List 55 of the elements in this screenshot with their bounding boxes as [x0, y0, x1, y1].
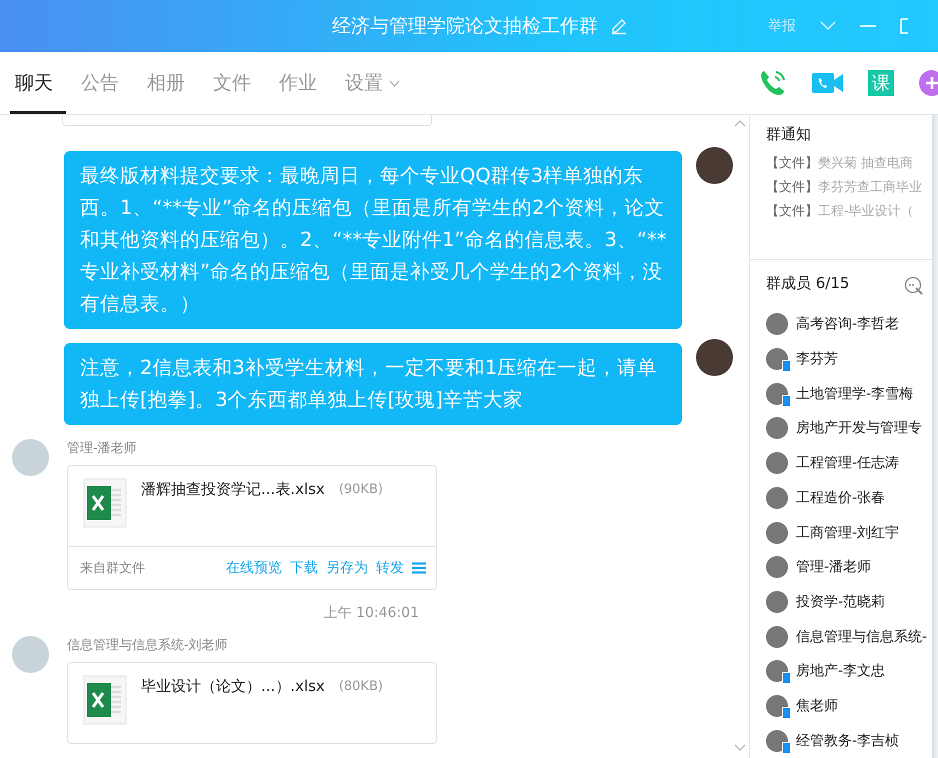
avatar	[12, 439, 49, 476]
file-size: (90KB)	[338, 482, 383, 497]
member-avatar	[766, 556, 788, 578]
member-avatar	[766, 417, 788, 440]
member-avatar	[766, 313, 788, 336]
maximize-icon[interactable]	[900, 18, 908, 34]
edit-icon[interactable]	[610, 17, 628, 35]
sender-name: 信息管理与信息系统-刘老师	[67, 637, 228, 654]
minimize-icon[interactable]	[860, 24, 876, 28]
notice-item[interactable]: 【文件】樊兴菊 抽查电商	[766, 154, 932, 172]
phone-call-icon[interactable]	[758, 68, 788, 98]
member-avatar	[766, 522, 788, 544]
excel-file-icon	[83, 478, 127, 528]
member-avatar	[766, 590, 788, 613]
member-avatar	[766, 486, 788, 509]
member-item[interactable]: 投资学-范晓莉	[766, 584, 932, 620]
member-item[interactable]: 工程管理-任志涛	[766, 446, 932, 480]
file-source: 来自群文件	[80, 560, 145, 577]
member-item[interactable]: 信息管理与信息系统-	[766, 619, 932, 654]
chevron-down-icon[interactable]	[820, 21, 836, 31]
video-call-icon[interactable]	[812, 72, 844, 94]
member-item[interactable]: 工程造价-张春	[766, 480, 932, 516]
message-bubble: 注意，2信息表和3补受学生材料，一定不要和1压缩在一起，请单独上传[抱拳]。3个东西都单独上传[玫瑰]辛苦大家	[64, 343, 682, 425]
file-name[interactable]: 毕业设计（论文）...）.xlsx	[141, 677, 325, 696]
notice-item[interactable]: 【文件】工程-毕业设计（	[766, 202, 932, 220]
file-size: (80KB)	[338, 679, 383, 694]
avatar	[12, 636, 49, 673]
tab[interactable]: 聊天	[10, 52, 66, 114]
timestamp: 上午 10:46:01	[324, 604, 419, 622]
sender-name: 管理-潘老师	[67, 440, 137, 457]
search-icon[interactable]	[904, 276, 924, 296]
notice-item[interactable]: 【文件】李芬芳查工商毕业	[766, 178, 932, 196]
excel-file-icon	[83, 675, 127, 725]
message-bubble: 最终版材料提交要求：最晚周日，每个专业QQ群传3样单独的东西。1、“**专业”命名的压缩包（里面是所有学生的2个资料，论文和其他资料的压缩包）。2、“**专业附件1”命名的信息表。3、“**专业补受材料”命名的压缩包（里面是补受几个学生的2个资料，没有信息表。）	[64, 151, 682, 329]
member-item[interactable]: 经管教务-李吉桢	[766, 723, 932, 758]
scroll-up-icon[interactable]	[734, 119, 746, 127]
section-title: 群通知	[766, 125, 812, 144]
avatar	[696, 339, 733, 376]
menu-icon[interactable]	[412, 562, 426, 574]
file-name[interactable]: 潘辉抽查投资学记...表.xlsx	[141, 480, 325, 499]
member-item[interactable]: 高考咨询-李哲老	[766, 307, 932, 342]
add-icon[interactable]	[918, 69, 938, 97]
member-item[interactable]: 工商管理-刘红宇	[766, 515, 932, 550]
member-avatar	[766, 626, 788, 648]
avatar	[696, 147, 733, 184]
member-item[interactable]: 房地产-李文忠	[766, 654, 932, 689]
member-item[interactable]: 土地管理学-李雪梅	[766, 376, 932, 412]
member-avatar	[766, 452, 788, 474]
section-title: 群成员 6/15	[766, 274, 850, 294]
window-title: 经济与管理学院论文抽检工作群	[332, 14, 598, 39]
member-item[interactable]: 焦老师	[766, 688, 932, 724]
member-item[interactable]: 房地产开发与管理专	[766, 411, 932, 446]
scroll-down-icon[interactable]	[734, 744, 746, 752]
member-item[interactable]: 管理-潘老师	[766, 550, 932, 585]
member-item[interactable]: 李芬芳	[766, 342, 932, 376]
